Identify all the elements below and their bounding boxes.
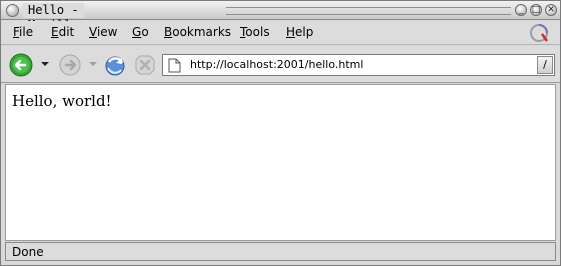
menu-help-label: elp <box>295 25 314 39</box>
menu-help[interactable]: Help <box>286 25 313 40</box>
navigation-toolbar: http://localhost:2001/hello.html / <box>1 46 560 83</box>
back-history-dropdown-icon[interactable] <box>41 62 49 66</box>
menu-tools[interactable]: Tools <box>240 25 270 40</box>
menu-bookmarks-label: ookmarks <box>172 25 232 39</box>
window-menu-icon[interactable] <box>6 4 19 17</box>
menu-edit-mnemonic: E <box>51 25 59 39</box>
status-bar: Done <box>5 242 556 261</box>
menu-go-mnemonic: G <box>132 25 142 39</box>
title-bar-grip <box>226 7 511 15</box>
menu-go[interactable]: Go <box>132 25 149 40</box>
menu-view-label: iew <box>96 25 118 39</box>
close-button[interactable]: ✕ <box>545 4 557 16</box>
menu-help-mnemonic: H <box>286 25 296 39</box>
title-bar[interactable]: Hello - Mozilla Firefox _ □ ✕ <box>1 1 560 47</box>
menu-bar: File Edit View Go Bookmarks Tools Help <box>1 21 560 45</box>
reload-icon[interactable] <box>102 52 128 78</box>
menu-go-label: o <box>141 25 149 39</box>
menu-edit-label: dit <box>58 25 75 39</box>
back-icon[interactable] <box>8 52 34 78</box>
menu-view[interactable]: View <box>89 25 117 40</box>
url-history-dropdown-button[interactable]: / <box>537 56 553 74</box>
browser-window: Hello - Mozilla Firefox _ □ ✕ File Edit … <box>0 0 561 266</box>
menu-file-label: ile <box>19 25 34 39</box>
throbber-icon <box>530 24 549 42</box>
window-title: Hello - Mozilla Firefox <box>23 3 84 47</box>
status-text: Done <box>12 245 44 259</box>
menu-file[interactable]: File <box>13 25 33 40</box>
page-icon <box>168 58 181 73</box>
page-body-text: Hello, world! <box>12 92 112 110</box>
page-content[interactable]: Hello, world! <box>5 84 556 241</box>
minimize-button[interactable]: _ <box>515 4 527 16</box>
forward-icon[interactable] <box>57 52 83 78</box>
url-bar[interactable]: http://localhost:2001/hello.html / <box>162 54 555 76</box>
menu-tools-label: ools <box>245 25 270 39</box>
forward-history-dropdown-icon[interactable] <box>89 62 97 66</box>
stop-icon[interactable] <box>132 52 158 78</box>
maximize-button[interactable]: □ <box>530 4 542 16</box>
menu-bookmarks[interactable]: Bookmarks <box>164 25 231 40</box>
url-text[interactable]: http://localhost:2001/hello.html <box>190 58 363 72</box>
menu-view-mnemonic: V <box>89 25 97 39</box>
menu-bookmarks-mnemonic: B <box>164 25 173 39</box>
menu-edit[interactable]: Edit <box>51 25 74 40</box>
